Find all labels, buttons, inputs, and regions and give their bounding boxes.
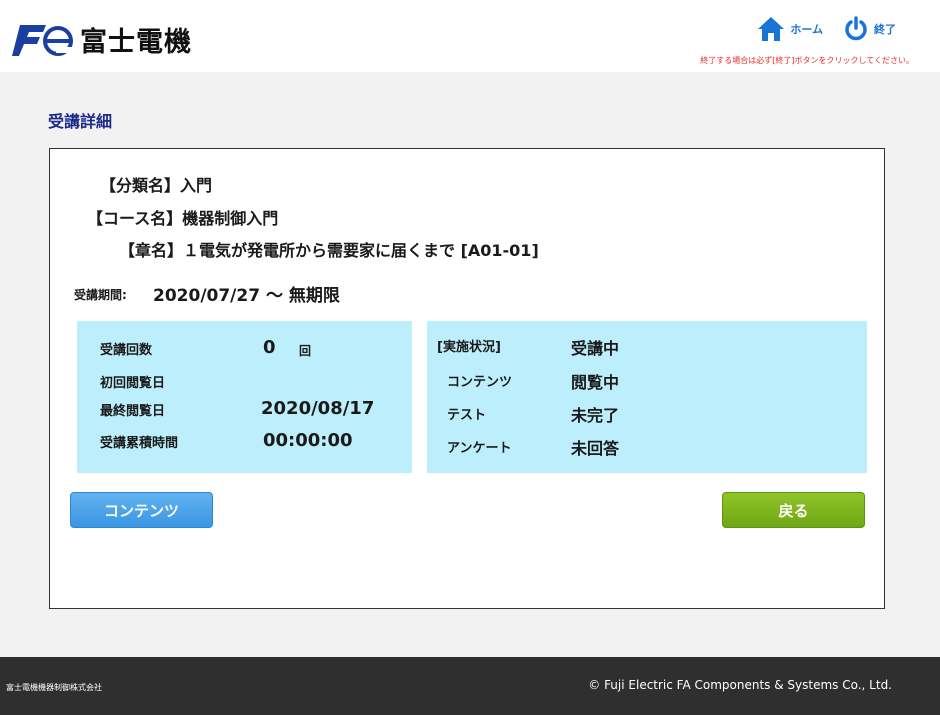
footer-copyright: © Fuji Electric FA Components & Systems …	[588, 678, 892, 692]
survey-status-value: 未回答	[571, 439, 620, 458]
survey-status-label: アンケート	[447, 441, 512, 456]
contents-status-value: 閲覧中	[571, 373, 620, 392]
footer-company: 富士電機機器制御株式会社	[6, 683, 102, 692]
contents-status-label: コンテンツ	[447, 375, 513, 390]
total-time-value: 00:00:00	[263, 430, 353, 451]
header: 富士電機 ホーム 終了 終了する場合は必ず[終了]ボタンをクリックしてください。	[0, 0, 940, 72]
top-nav: ホーム 終了	[757, 16, 896, 42]
home-icon	[758, 17, 785, 41]
exit-label: 終了	[874, 23, 896, 36]
chapter-line: 【章名】１電気が発電所から需要家に届くまで [A01-01]	[119, 241, 539, 260]
count-value: 0	[263, 337, 276, 358]
logo-mark-icon	[12, 24, 73, 56]
attendance-stats-box: 受講回数 0 回 初回閲覧日 最終閲覧日 2020/08/17 受講累積時間 0…	[77, 321, 412, 473]
first-view-label: 初回閲覧日	[100, 376, 166, 391]
count-unit: 回	[299, 344, 312, 358]
footer: 富士電機機器制御株式会社 © Fuji Electric FA Componen…	[0, 657, 940, 715]
page-title: 受講詳細	[48, 112, 113, 131]
home-label: ホーム	[790, 23, 823, 36]
exit-button[interactable]: 終了	[843, 16, 896, 42]
home-button[interactable]: ホーム	[757, 16, 823, 42]
total-time-label: 受講累積時間	[100, 436, 179, 451]
brand-name: 富士電機	[80, 27, 192, 58]
test-status-value: 未完了	[571, 406, 620, 425]
last-view-label: 最終閲覧日	[100, 404, 166, 419]
last-view-value: 2020/08/17	[261, 398, 375, 419]
power-icon	[845, 16, 867, 41]
count-label: 受講回数	[100, 343, 153, 358]
status-value: 受講中	[571, 339, 620, 358]
fuji-electric-logo: 富士電機	[12, 20, 192, 59]
status-label: [実施状況]	[437, 340, 501, 355]
progress-status-box: [実施状況] 受講中 コンテンツ 閲覧中 テスト 未完了 アンケート 未回答	[427, 321, 867, 473]
contents-button[interactable]: コンテンツ	[70, 492, 213, 528]
back-button[interactable]: 戻る	[722, 492, 865, 528]
exit-notice: 終了する場合は必ず[終了]ボタンをクリックしてください。	[700, 56, 914, 65]
category-line: 【分類名】入門	[100, 176, 213, 195]
test-status-label: テスト	[447, 408, 487, 423]
period-value: 2020/07/27 ～ 無期限	[153, 286, 340, 306]
course-line: 【コース名】機器制御入門	[87, 209, 279, 228]
period-label: 受講期間:	[74, 288, 127, 302]
detail-panel: 【分類名】入門 【コース名】機器制御入門 【章名】１電気が発電所から需要家に届く…	[49, 148, 885, 609]
